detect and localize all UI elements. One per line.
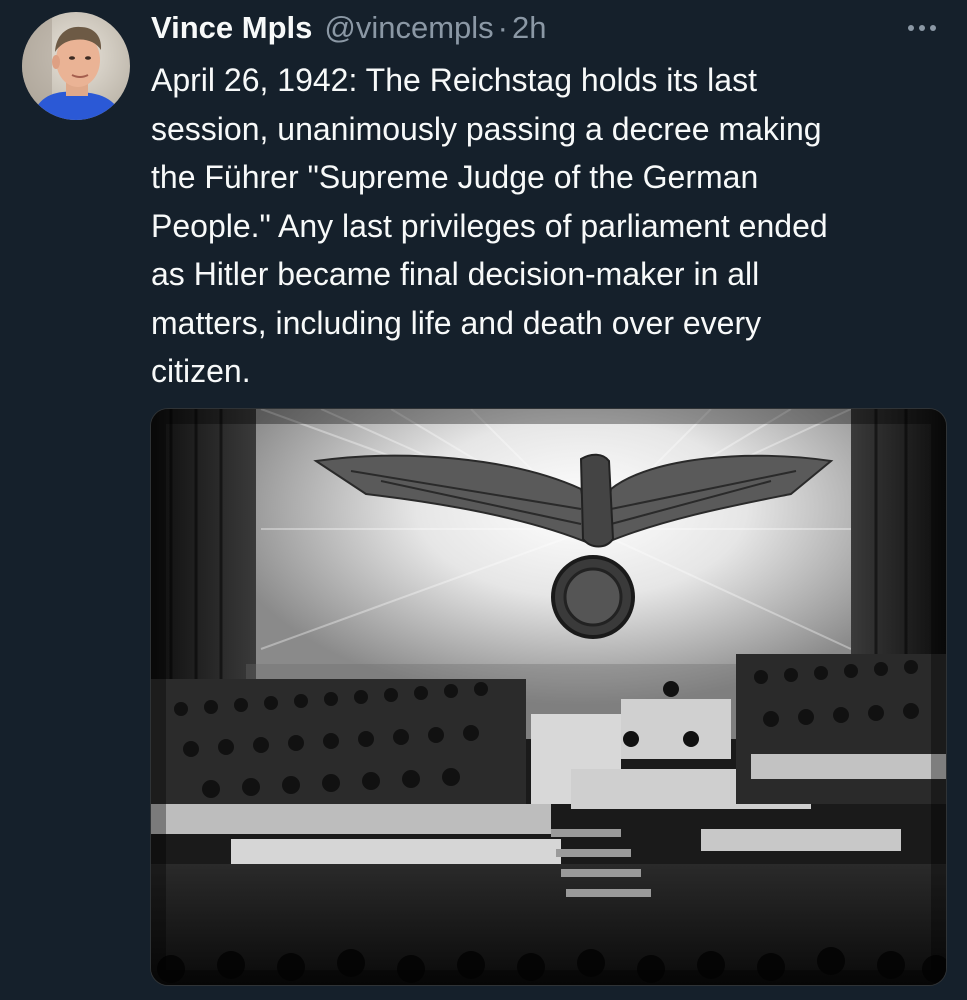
- reichstag-photo-image: [151, 409, 946, 985]
- tweet-media-photo[interactable]: [150, 408, 947, 986]
- author-handle[interactable]: @vincempls: [324, 10, 493, 46]
- avatar[interactable]: [22, 12, 130, 120]
- more-horizontal-icon: [908, 25, 936, 31]
- tweet-header: Vince Mpls @vincempls · 2h: [151, 6, 546, 50]
- user-avatar-icon: [22, 12, 130, 120]
- tweet-timestamp[interactable]: 2h: [512, 10, 546, 46]
- separator-dot: ·: [497, 10, 508, 45]
- tweet-text: April 26, 1942: The Reichstag holds its …: [151, 62, 828, 389]
- more-options-button[interactable]: [900, 14, 944, 42]
- author-display-name[interactable]: Vince Mpls: [151, 10, 312, 46]
- tweet: Vince Mpls @vincempls · 2h April 26, 194…: [0, 0, 967, 1000]
